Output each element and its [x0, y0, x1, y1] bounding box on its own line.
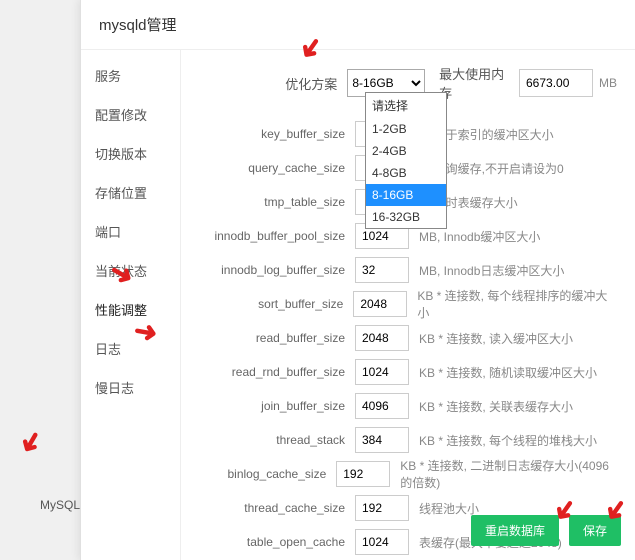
setting-desc: KB * 连接数, 每个线程排序的缓冲大小 — [417, 287, 617, 321]
dropdown-option[interactable]: 1-2GB — [366, 118, 446, 140]
setting-input[interactable] — [355, 257, 409, 283]
setting-desc: KB * 连接数, 关联表缓存大小 — [419, 398, 573, 415]
setting-row: innodb_log_buffer_size MB, Innodb日志缓冲区大小 — [199, 256, 617, 284]
max-mem-label: 最大使用内存 — [439, 64, 513, 102]
dropdown-option[interactable]: 8-16GB — [366, 184, 446, 206]
setting-input[interactable] — [355, 495, 409, 521]
setting-desc: MB, Innodb日志缓冲区大小 — [419, 262, 564, 279]
setting-input[interactable] — [355, 529, 409, 555]
setting-row: read_buffer_size KB * 连接数, 读入缓冲区大小 — [199, 324, 617, 352]
setting-row: thread_stack KB * 连接数, 每个线程的堆栈大小 — [199, 426, 617, 454]
max-mem-input[interactable] — [519, 69, 593, 97]
setting-desc: KB * 连接数, 每个线程的堆栈大小 — [419, 432, 597, 449]
setting-row: read_rnd_buffer_size KB * 连接数, 随机读取缓冲区大小 — [199, 358, 617, 386]
setting-input[interactable] — [355, 427, 409, 453]
setting-label: tmp_table_size — [199, 195, 355, 209]
setting-row: sort_buffer_size KB * 连接数, 每个线程排序的缓冲大小 — [199, 290, 617, 318]
setting-desc: 线程池大小 — [419, 500, 479, 517]
arrow-annotation: ➜ — [12, 424, 52, 461]
setting-label: thread_cache_size — [199, 501, 355, 515]
setting-label: read_rnd_buffer_size — [199, 365, 355, 379]
setting-label: innodb_log_buffer_size — [199, 263, 355, 277]
setting-label: read_buffer_size — [199, 331, 355, 345]
setting-label: key_buffer_size — [199, 127, 355, 141]
restart-db-button[interactable]: 重启数据库 — [471, 515, 559, 546]
setting-label: binlog_cache_size — [199, 467, 336, 481]
main-panel: 优化方案 8-16GB 最大使用内存 MB key_buffer_sizeB, … — [181, 50, 635, 560]
sidebar-item-8[interactable]: 慢日志 — [81, 368, 180, 407]
sidebar-item-3[interactable]: 存储位置 — [81, 173, 180, 212]
button-bar: 重启数据库 保存 — [471, 515, 621, 546]
setting-row: join_buffer_size KB * 连接数, 关联表缓存大小 — [199, 392, 617, 420]
sidebar-item-7[interactable]: 日志 — [81, 329, 180, 368]
modal: mysqld管理 服务配置修改切换版本存储位置端口当前状态性能调整日志慢日志 优… — [80, 0, 635, 560]
setting-row: binlog_cache_size KB * 连接数, 二进制日志缓存大小(409… — [199, 460, 617, 488]
sidebar-item-6[interactable]: 性能调整 — [81, 290, 180, 329]
dropdown-option[interactable]: 4-8GB — [366, 162, 446, 184]
setting-input[interactable] — [355, 325, 409, 351]
dropdown-option[interactable]: 2-4GB — [366, 140, 446, 162]
sidebar-item-4[interactable]: 端口 — [81, 212, 180, 251]
setting-input[interactable] — [353, 291, 407, 317]
setting-desc: KB * 连接数, 随机读取缓冲区大小 — [419, 364, 597, 381]
setting-desc: KB * 连接数, 读入缓冲区大小 — [419, 330, 573, 347]
setting-label: sort_buffer_size — [199, 297, 353, 311]
optimize-dropdown: 请选择1-2GB2-4GB4-8GB8-16GB16-32GB — [365, 92, 447, 229]
sidebar: 服务配置修改切换版本存储位置端口当前状态性能调整日志慢日志 — [81, 50, 181, 560]
setting-desc: MB, Innodb缓冲区大小 — [419, 228, 540, 245]
setting-label: thread_stack — [199, 433, 355, 447]
setting-input[interactable] — [355, 393, 409, 419]
modal-title: mysqld管理 — [81, 0, 635, 50]
setting-input[interactable] — [355, 359, 409, 385]
dropdown-option[interactable]: 请选择 — [366, 93, 446, 118]
dropdown-option[interactable]: 16-32GB — [366, 206, 446, 228]
save-button[interactable]: 保存 — [569, 515, 621, 546]
sidebar-item-0[interactable]: 服务 — [81, 56, 180, 95]
sidebar-item-5[interactable]: 当前状态 — [81, 251, 180, 290]
sidebar-item-2[interactable]: 切换版本 — [81, 134, 180, 173]
setting-desc: KB * 连接数, 二进制日志缓存大小(4096的倍数) — [400, 457, 617, 491]
setting-label: query_cache_size — [199, 161, 355, 175]
max-mem-unit: MB — [599, 76, 617, 90]
optimize-label: 优化方案 — [199, 74, 347, 93]
setting-input[interactable] — [336, 461, 390, 487]
sidebar-item-1[interactable]: 配置修改 — [81, 95, 180, 134]
setting-label: join_buffer_size — [199, 399, 355, 413]
setting-label: innodb_buffer_pool_size — [199, 229, 355, 243]
setting-label: table_open_cache — [199, 535, 355, 549]
